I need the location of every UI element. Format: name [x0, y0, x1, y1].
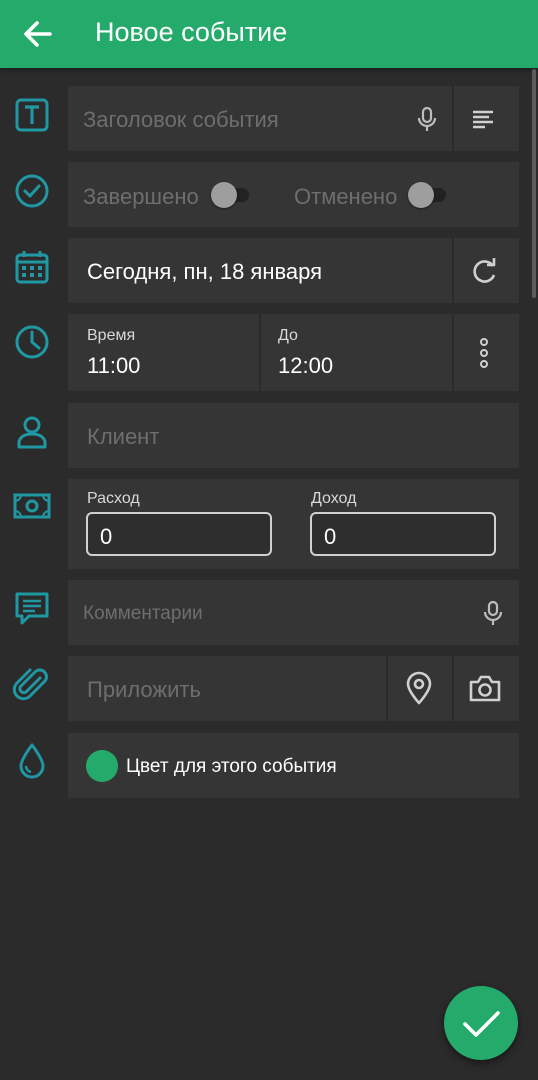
end-time-label: До: [278, 327, 298, 344]
location-button[interactable]: [404, 671, 434, 705]
color-field[interactable]: Цвет для этого события: [68, 733, 519, 798]
cancelled-label: Отменено: [294, 184, 398, 209]
start-time-value: 11:00: [87, 353, 141, 378]
end-time-value: 12:00: [278, 353, 334, 378]
expense-value: 0: [100, 524, 113, 549]
completed-toggle[interactable]: [211, 182, 251, 208]
camera-icon: [469, 675, 501, 702]
scrollbar[interactable]: [532, 69, 536, 298]
page-title: Новое событие: [95, 17, 288, 47]
comment-placeholder: Комментарии: [83, 603, 203, 624]
expense-label: Расход: [87, 490, 140, 507]
status-icon: [12, 171, 52, 211]
repeat-button[interactable]: [468, 255, 500, 287]
event-title-placeholder: Заголовок события: [83, 107, 279, 132]
color-drop-icon: [12, 741, 52, 781]
text-format-button[interactable]: [468, 104, 498, 134]
money-card: Расход 0 Доход 0: [68, 479, 519, 569]
completed-label: Завершено: [83, 184, 199, 209]
date-value: Сегодня, пн, 18 января: [87, 259, 323, 284]
comment-icon: [12, 588, 52, 628]
time-card: Время 11:00 До 12:00: [68, 314, 519, 391]
clock-icon: [12, 322, 52, 362]
microphone-icon: [483, 600, 503, 625]
app-bar: Новое событие: [0, 0, 538, 68]
status-card: Завершено Отменено: [68, 162, 519, 227]
color-swatch: [86, 750, 118, 782]
person-icon: [12, 412, 52, 452]
attach-field[interactable]: Приложить: [68, 656, 519, 721]
income-input[interactable]: 0: [310, 512, 496, 556]
more-vertical-icon: [480, 338, 488, 368]
end-time-field[interactable]: До 12:00: [261, 314, 452, 391]
text-align-icon: [473, 110, 493, 129]
income-label: Доход: [311, 490, 357, 507]
title-voice-button[interactable]: [412, 104, 442, 134]
microphone-icon: [417, 106, 437, 131]
camera-button[interactable]: [468, 673, 502, 703]
start-time-field[interactable]: Время 11:00: [68, 314, 259, 391]
time-options-button[interactable]: [470, 336, 498, 370]
date-field[interactable]: Сегодня, пн, 18 января: [68, 238, 519, 303]
client-placeholder: Клиент: [87, 424, 160, 449]
client-field[interactable]: Клиент: [68, 403, 519, 468]
money-icon: [12, 486, 52, 526]
cancelled-toggle[interactable]: [408, 182, 448, 208]
start-time-label: Время: [87, 327, 136, 344]
color-label: Цвет для этого события: [126, 756, 337, 777]
location-pin-icon: [406, 671, 432, 705]
comment-voice-button[interactable]: [480, 599, 506, 627]
back-button[interactable]: [18, 14, 58, 54]
arrow-left-icon: [24, 21, 52, 47]
expense-input[interactable]: 0: [86, 512, 272, 556]
calendar-icon: [12, 247, 52, 287]
paperclip-icon: [12, 665, 52, 705]
attach-placeholder: Приложить: [87, 677, 201, 702]
title-field-icon: [12, 95, 52, 135]
income-value: 0: [324, 524, 337, 549]
event-title-field[interactable]: Заголовок события: [68, 86, 519, 151]
comment-field[interactable]: Комментарии: [68, 580, 519, 645]
save-fab-button[interactable]: [444, 986, 518, 1060]
check-icon: [463, 1011, 500, 1037]
repeat-icon: [473, 258, 496, 283]
